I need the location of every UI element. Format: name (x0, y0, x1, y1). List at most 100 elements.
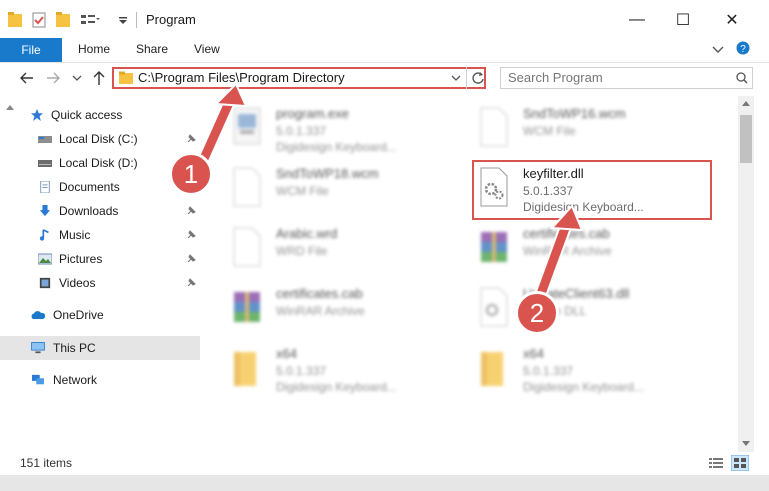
file-item[interactable]: Arabic.wrd WRD File (230, 224, 450, 280)
dll-icon (480, 287, 508, 327)
videos-icon (39, 277, 51, 289)
close-button[interactable]: ✕ (706, 0, 758, 40)
folder-icon[interactable] (8, 12, 22, 28)
sidebar-item-label: Local Disk (C:) (59, 132, 138, 146)
up-arrow-icon[interactable] (92, 70, 106, 86)
file-name: SndToWP16.wcm (523, 106, 626, 121)
sidebar-item-this-pc[interactable]: This PC (30, 337, 96, 359)
tab-home[interactable]: Home (78, 42, 110, 56)
drive-icon (38, 160, 52, 167)
file-name: x64 (276, 346, 297, 361)
tab-view[interactable]: View (194, 42, 220, 56)
large-icons-view-icon[interactable] (731, 455, 749, 471)
file-item[interactable]: SndToWP16.wcm WCM File (477, 104, 707, 160)
sidebar-item-local-disk-c[interactable]: Local Disk (C:) (38, 128, 138, 150)
file-item[interactable]: certificates.cab WinRAR Archive (477, 224, 707, 280)
title-bar: Program — ☐ ✕ (0, 0, 769, 40)
step-badge-2: 2 (515, 291, 559, 335)
file-detail: 5.0.1.337 (276, 124, 327, 138)
address-dropdown-icon[interactable] (451, 74, 461, 82)
network-icon (32, 374, 44, 385)
svg-text:?: ? (740, 44, 746, 55)
recent-locations-icon[interactable] (72, 74, 82, 82)
pin-icon[interactable] (186, 134, 196, 144)
folder-icon (481, 352, 503, 386)
sidebar-item-network[interactable]: Network (30, 369, 97, 391)
step-badge-1: 1 (169, 152, 213, 196)
sidebar-item-quick-access[interactable]: Quick access (30, 104, 122, 126)
help-icon[interactable]: ? (736, 41, 750, 55)
bottom-border (0, 475, 769, 491)
file-item[interactable]: program.exe 5.0.1.337 Digidesign Keyboar… (230, 104, 450, 160)
star-icon (31, 109, 43, 121)
minimize-button[interactable]: — (614, 0, 660, 40)
sidebar-item-label: Local Disk (D:) (59, 156, 138, 170)
sidebar-item-label: Network (53, 373, 98, 387)
file-item[interactable]: SndToWP18.wcm WCM File (230, 164, 450, 220)
file-name: program.exe (276, 106, 349, 121)
file-icon (480, 107, 508, 147)
scrollbar-thumb[interactable] (740, 115, 752, 163)
scroll-up-icon[interactable] (6, 104, 14, 110)
exe-icon (233, 107, 261, 145)
address-path: C:\Program Files\Program Directory (138, 70, 345, 85)
tab-share[interactable]: Share (136, 42, 168, 56)
file-detail: WinRAR Archive (523, 244, 612, 258)
file-detail: WinRAR Archive (276, 304, 365, 318)
expand-ribbon-icon[interactable] (712, 44, 724, 54)
title-separator (136, 12, 137, 28)
sidebar-item-label: OneDrive (53, 308, 104, 322)
sidebar-item-downloads[interactable]: Downloads (38, 200, 118, 222)
file-detail: WCM File (276, 184, 329, 198)
address-bar[interactable]: C:\Program Files\Program Directory (112, 67, 486, 89)
file-item[interactable]: UpdateClient63.dll Source DLL (477, 284, 707, 340)
pin-icon[interactable] (186, 206, 196, 216)
folder-icon (234, 352, 256, 386)
file-detail: 5.0.1.337 (523, 364, 574, 378)
sidebar-item-local-disk-d[interactable]: Local Disk (D:) (38, 152, 138, 174)
downloads-icon (39, 205, 51, 217)
customize-toolbar-icon[interactable] (118, 12, 128, 28)
tab-file[interactable]: File (0, 38, 62, 62)
sidebar-item-label: Music (59, 228, 91, 242)
sidebar-item-onedrive[interactable]: OneDrive (30, 304, 104, 326)
pictures-icon (38, 253, 52, 265)
sidebar-item-label: Downloads (59, 204, 119, 218)
pin-icon[interactable] (186, 254, 196, 264)
maximize-button[interactable]: ☐ (660, 0, 706, 40)
sidebar-item-music[interactable]: Music (38, 224, 90, 246)
file-detail: Digidesign Keyboard... (276, 380, 397, 394)
view-options-icon[interactable] (80, 12, 100, 28)
file-item[interactable]: x64 5.0.1.337 Digidesign Keyboard... (477, 344, 707, 400)
properties-icon[interactable] (32, 12, 46, 28)
file-detail: Digidesign Keyboard... (523, 380, 644, 394)
search-input[interactable]: Search Program (500, 67, 753, 89)
sidebar-item-label: Videos (59, 276, 96, 290)
ribbon (0, 38, 769, 63)
drive-icon (38, 136, 52, 143)
file-item[interactable]: certificates.cab WinRAR Archive (230, 284, 450, 340)
window-title: Program (146, 12, 196, 27)
sidebar-item-documents[interactable]: Documents (38, 176, 120, 198)
details-view-icon[interactable] (709, 457, 723, 469)
file-item[interactable]: x64 5.0.1.337 Digidesign Keyboard... (230, 344, 450, 400)
forward-arrow-icon[interactable] (46, 72, 60, 84)
sidebar-item-pictures[interactable]: Pictures (38, 248, 102, 270)
sidebar-item-label: Documents (59, 180, 120, 194)
item-count: 151 items (20, 456, 73, 470)
search-icon[interactable] (736, 72, 748, 84)
scroll-up-icon[interactable] (742, 100, 750, 106)
sidebar-item-videos[interactable]: Videos (38, 272, 95, 294)
back-arrow-icon[interactable] (20, 72, 34, 84)
pin-icon[interactable] (186, 230, 196, 240)
winrar-icon (481, 232, 507, 262)
refresh-icon[interactable] (471, 71, 485, 85)
computer-icon (31, 342, 45, 354)
new-folder-icon[interactable] (56, 12, 70, 28)
file-detail: WCM File (523, 124, 576, 138)
scroll-down-icon[interactable] (742, 441, 750, 447)
music-icon (39, 229, 49, 241)
pin-icon[interactable] (186, 278, 196, 288)
file-name: certificates.cab (276, 286, 363, 301)
file-name: SndToWP18.wcm (276, 166, 379, 181)
